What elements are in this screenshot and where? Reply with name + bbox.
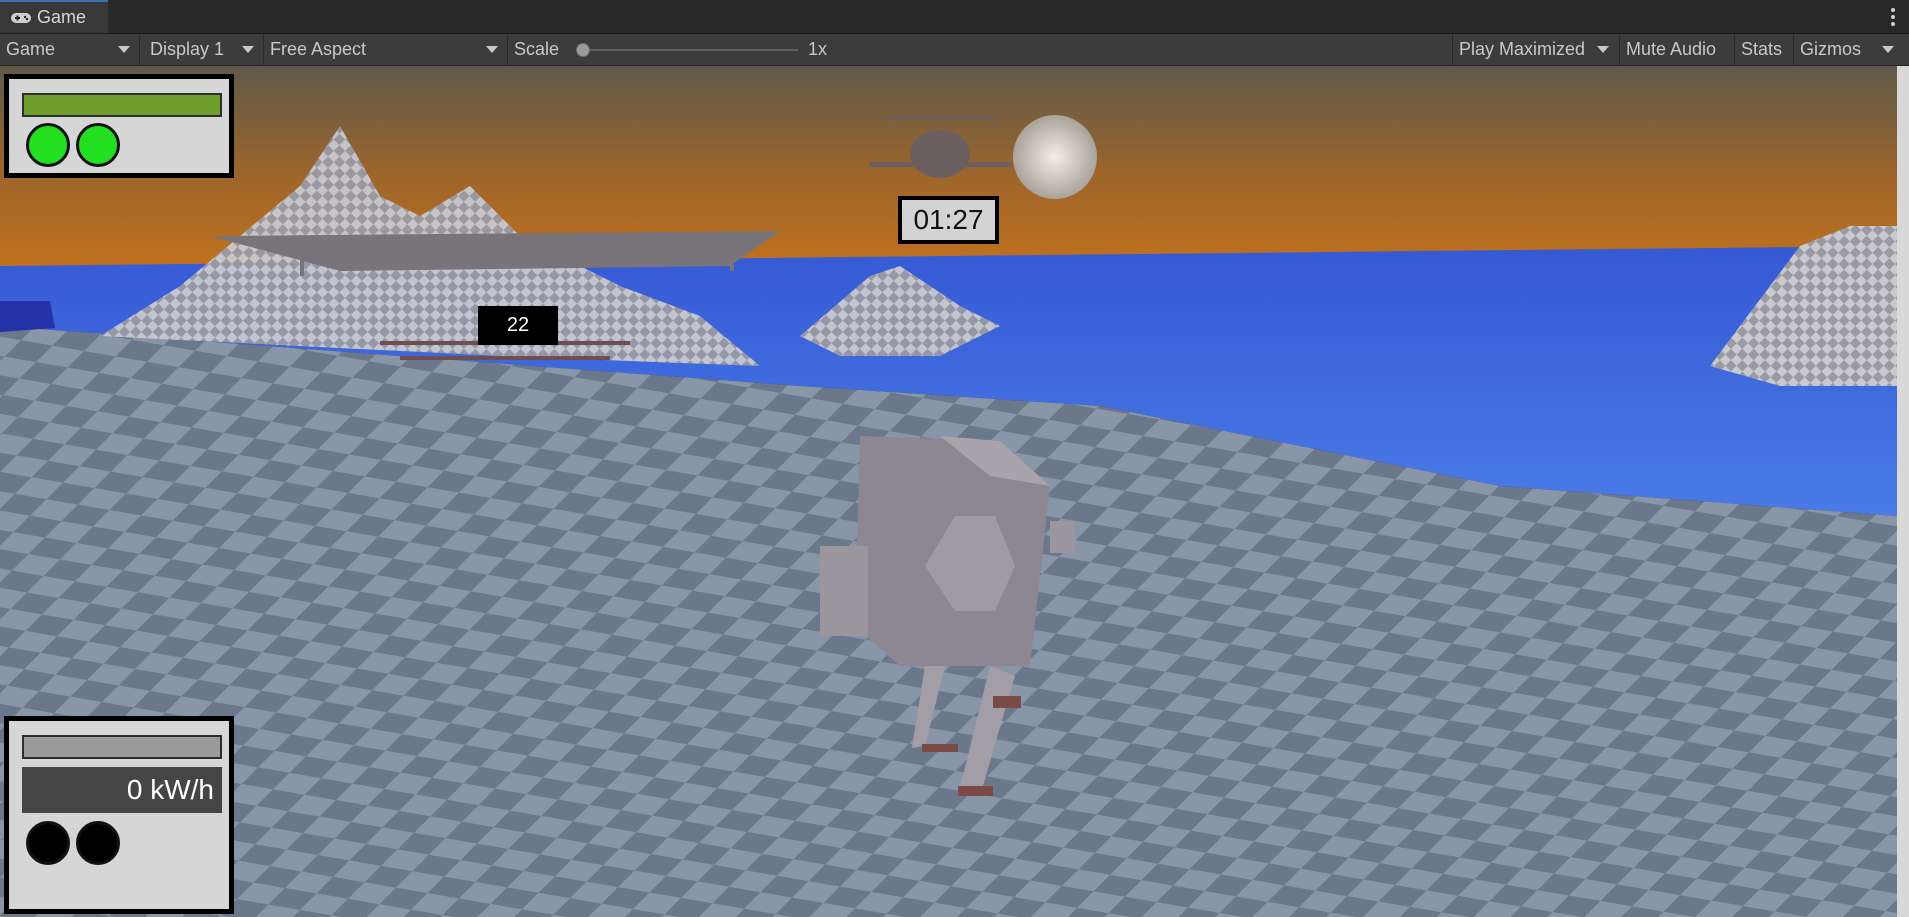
chevron-down-icon: [242, 46, 254, 53]
score-counter: 22: [478, 306, 558, 345]
timer-display: 01:27: [898, 196, 999, 244]
aspect-label: Free Aspect: [270, 39, 367, 59]
status-light-1: [26, 123, 70, 167]
more-options-icon[interactable]: [1887, 6, 1899, 28]
mute-audio-toggle[interactable]: Mute Audio: [1620, 34, 1734, 65]
scale-slider-handle[interactable]: [576, 43, 590, 57]
aspect-dropdown[interactable]: Free Aspect: [264, 34, 506, 65]
scale-slider-track[interactable]: [580, 49, 798, 51]
chevron-down-icon: [118, 46, 130, 53]
tab-title: Game: [37, 7, 87, 27]
gamepad-icon: [11, 12, 31, 23]
game-viewport[interactable]: [0, 66, 1897, 917]
play-mode-dropdown[interactable]: Play Maximized: [1453, 34, 1619, 65]
play-mode-label: Play Maximized: [1459, 39, 1586, 59]
scale-value: 1x: [808, 39, 828, 59]
health-bar: [22, 93, 222, 117]
energy-bar: [22, 735, 222, 759]
view-mode-label: Game: [6, 39, 56, 59]
window-titlebar: Game: [0, 0, 1909, 34]
tab-game[interactable]: Game: [0, 0, 108, 33]
stats-toggle[interactable]: Stats: [1735, 34, 1793, 65]
chevron-down-icon: [1597, 46, 1609, 53]
energy-readout: 0 kW/h: [22, 767, 222, 813]
scale-label: Scale: [514, 39, 560, 59]
display-dropdown[interactable]: Display 1: [140, 34, 262, 65]
gizmos-dropdown[interactable]: Gizmos: [1794, 34, 1898, 65]
chevron-down-icon: [1882, 46, 1894, 53]
energy-light-2: [76, 821, 120, 865]
timer-text: 01:27: [902, 200, 995, 240]
status-light-2: [76, 123, 120, 167]
view-mode-dropdown[interactable]: Game: [0, 34, 138, 65]
energy-panel: 0 kW/h: [4, 716, 234, 914]
game-view-toolbar: Game Display 1 Free Aspect Scale 1x Play…: [0, 34, 1909, 66]
status-panel: [4, 74, 234, 178]
energy-light-1: [26, 821, 70, 865]
display-label: Display 1: [150, 39, 225, 59]
viewport-edge: [1897, 66, 1909, 917]
game-scene: [0, 66, 1897, 917]
chevron-down-icon: [486, 46, 498, 53]
